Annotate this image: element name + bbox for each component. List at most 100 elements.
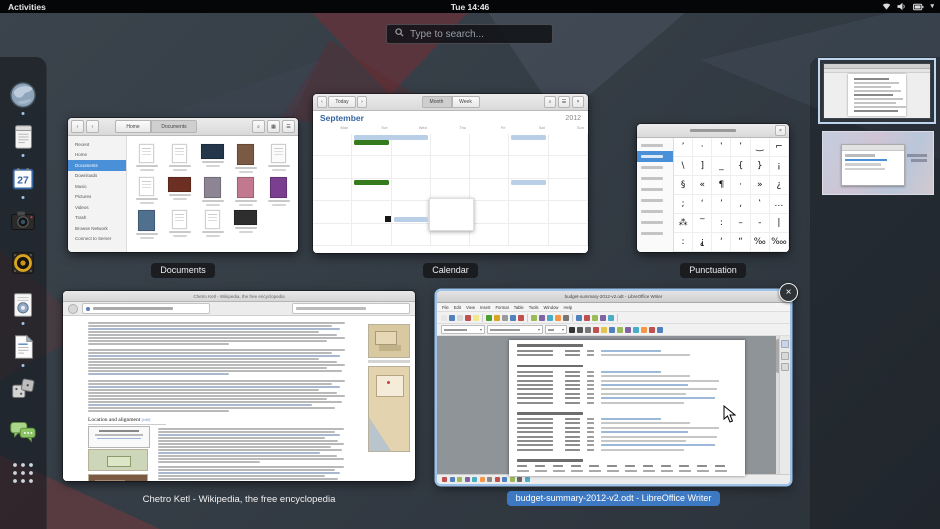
writer-sidebar[interactable] — [779, 336, 790, 474]
cal-view-month[interactable]: Month — [422, 96, 452, 108]
wiki-edit-link[interactable]: [edit] — [142, 417, 151, 422]
charmap-script-item[interactable] — [637, 184, 673, 195]
glyph-cell[interactable]: \ — [674, 157, 693, 176]
paragraph-style-select[interactable]: ▾ — [441, 325, 485, 334]
file-item[interactable] — [197, 142, 228, 173]
search-input[interactable]: Type to search... — [386, 24, 553, 44]
writer-toolbar-standard[interactable] — [437, 312, 790, 324]
toolbar-icon[interactable] — [465, 477, 470, 482]
cal-close-button[interactable]: × — [572, 96, 584, 108]
cal-prev-button[interactable]: ‹ — [317, 96, 327, 108]
toolbar-icon[interactable] — [441, 315, 447, 321]
charmap-script-item[interactable] — [637, 228, 673, 239]
sidebar-item-trash[interactable]: Trash — [68, 213, 126, 224]
charmap-script-item[interactable] — [637, 206, 673, 217]
files-sidebar[interactable]: RecentHomeDocumentsDownloadsMusicPicture… — [68, 136, 127, 252]
toolbar-icon[interactable] — [584, 315, 590, 321]
sidebar-item-home[interactable]: Home — [68, 150, 126, 161]
dock-item-chat-app[interactable] — [5, 413, 41, 449]
toolbar-icon[interactable] — [495, 477, 500, 482]
toolbar-icon[interactable] — [649, 327, 655, 333]
toolbar-icon[interactable] — [510, 477, 515, 482]
file-item[interactable] — [131, 142, 162, 173]
glyph-cell[interactable]: { — [731, 157, 750, 176]
sidebar-item-connect-to-server[interactable]: Connect to Server — [68, 234, 126, 245]
glyph-cell[interactable]: | — [770, 214, 789, 233]
toolbar-icon[interactable] — [525, 477, 530, 482]
sidebar-item-videos[interactable]: Videos — [68, 202, 126, 213]
font-name-select[interactable]: ▾ — [487, 325, 543, 334]
glyph-cell[interactable]: ‑ — [751, 214, 770, 233]
toolbar-icon[interactable] — [472, 477, 477, 482]
toolbar-icon[interactable] — [531, 315, 537, 321]
dock-item-music-app[interactable] — [5, 245, 41, 281]
glyph-cell[interactable]: : — [674, 233, 693, 252]
activities-button[interactable]: Activities — [0, 0, 54, 13]
wiki-article[interactable]: Location and alignment [edit] — [63, 316, 415, 481]
glyph-cell[interactable]: ¿ — [770, 176, 789, 195]
dock-item-show-applications[interactable] — [5, 455, 41, 491]
charmap-script-item[interactable] — [637, 173, 673, 184]
charmap-glyph-grid[interactable]: ’·‛’‿⌐\]_{}¡§«¶·»¿;‘’‚‛…⁂‾:–‑|:⸘‘“‰‱ — [674, 138, 789, 252]
glyph-cell[interactable]: ‱ — [770, 233, 789, 252]
glyph-cell[interactable]: » — [751, 176, 770, 195]
file-item[interactable] — [230, 142, 261, 173]
toolbar-icon[interactable] — [657, 327, 663, 333]
glyph-cell[interactable]: : — [712, 214, 731, 233]
glyph-cell[interactable]: ‚ — [731, 195, 750, 214]
window-charmap[interactable]: × ’·‛’‿⌐\]_{}¡§«¶·»¿;‘’‚‛…⁂‾:–‑|:⸘‘“‰‱ — [637, 124, 789, 252]
writer-toolbar-formatting[interactable]: ▾ ▾ ▾ — [437, 324, 790, 336]
toolbar-icon[interactable] — [576, 315, 582, 321]
sidebar-item-downloads[interactable]: Downloads — [68, 171, 126, 182]
glyph-cell[interactable]: « — [693, 176, 712, 195]
sidebar-item-recent[interactable]: Recent — [68, 139, 126, 150]
dock-item-writer-document[interactable] — [5, 329, 41, 365]
toolbar-icon[interactable] — [510, 315, 516, 321]
menu-edit[interactable]: Edit — [454, 305, 461, 310]
menu-button[interactable]: ☰ — [282, 120, 295, 133]
browser-url-field[interactable] — [292, 303, 410, 314]
glyph-cell[interactable]: ⌐ — [770, 138, 789, 157]
glyph-cell[interactable]: · — [693, 138, 712, 157]
dock-item-photos-app[interactable] — [5, 203, 41, 239]
glyph-cell[interactable]: ⁂ — [674, 214, 693, 233]
menu-insert[interactable]: Insert — [480, 305, 490, 310]
toolbar-icon[interactable] — [502, 315, 508, 321]
toolbar-icon[interactable] — [555, 315, 561, 321]
cal-today-button[interactable]: Today — [328, 96, 356, 108]
calendar-event[interactable] — [354, 180, 388, 185]
menu-view[interactable]: View — [466, 305, 475, 310]
view-toggle-button[interactable]: ▦ — [267, 120, 280, 133]
toolbar-icon[interactable] — [563, 315, 569, 321]
toolbar-icon[interactable] — [609, 327, 615, 333]
forward-button[interactable]: › — [86, 120, 99, 133]
menu-format[interactable]: Format — [495, 305, 508, 310]
glyph-cell[interactable]: ‘ — [712, 233, 731, 252]
glyph-cell[interactable]: _ — [712, 157, 731, 176]
workspace-thumbnail-2[interactable] — [822, 131, 934, 195]
glyph-cell[interactable]: ; — [674, 195, 693, 214]
glyph-cell[interactable]: ‰ — [751, 233, 770, 252]
file-item[interactable] — [263, 175, 294, 206]
toolbar-icon[interactable] — [450, 477, 455, 482]
menu-file[interactable]: File — [442, 305, 449, 310]
cal-menu-button[interactable]: ☰ — [558, 96, 570, 108]
toolbar-icon[interactable] — [480, 477, 485, 482]
toolbar-icon[interactable] — [494, 315, 500, 321]
glyph-cell[interactable]: · — [731, 176, 750, 195]
file-item[interactable] — [164, 175, 195, 206]
calendar-selected-cell[interactable] — [429, 198, 474, 230]
writer-menubar[interactable]: FileEditViewInsertFormatTableToolsWindow… — [437, 303, 790, 312]
toolbar-icon[interactable] — [592, 315, 598, 321]
toolbar-icon[interactable] — [547, 315, 553, 321]
writer-document-area[interactable] — [437, 336, 790, 474]
calendar-event[interactable] — [511, 180, 545, 185]
cal-view-week[interactable]: Week — [452, 96, 480, 108]
toolbar-icon[interactable] — [473, 315, 479, 321]
toolbar-icon[interactable] — [617, 327, 623, 333]
search-files-button[interactable]: ⌕ — [252, 120, 265, 133]
toolbar-icon[interactable] — [600, 315, 606, 321]
file-item[interactable] — [197, 175, 228, 206]
window-files[interactable]: ‹ › Home Documents ⌕ ▦ ☰ RecentHomeDocum… — [68, 118, 298, 252]
toolbar-icon[interactable] — [517, 477, 522, 482]
